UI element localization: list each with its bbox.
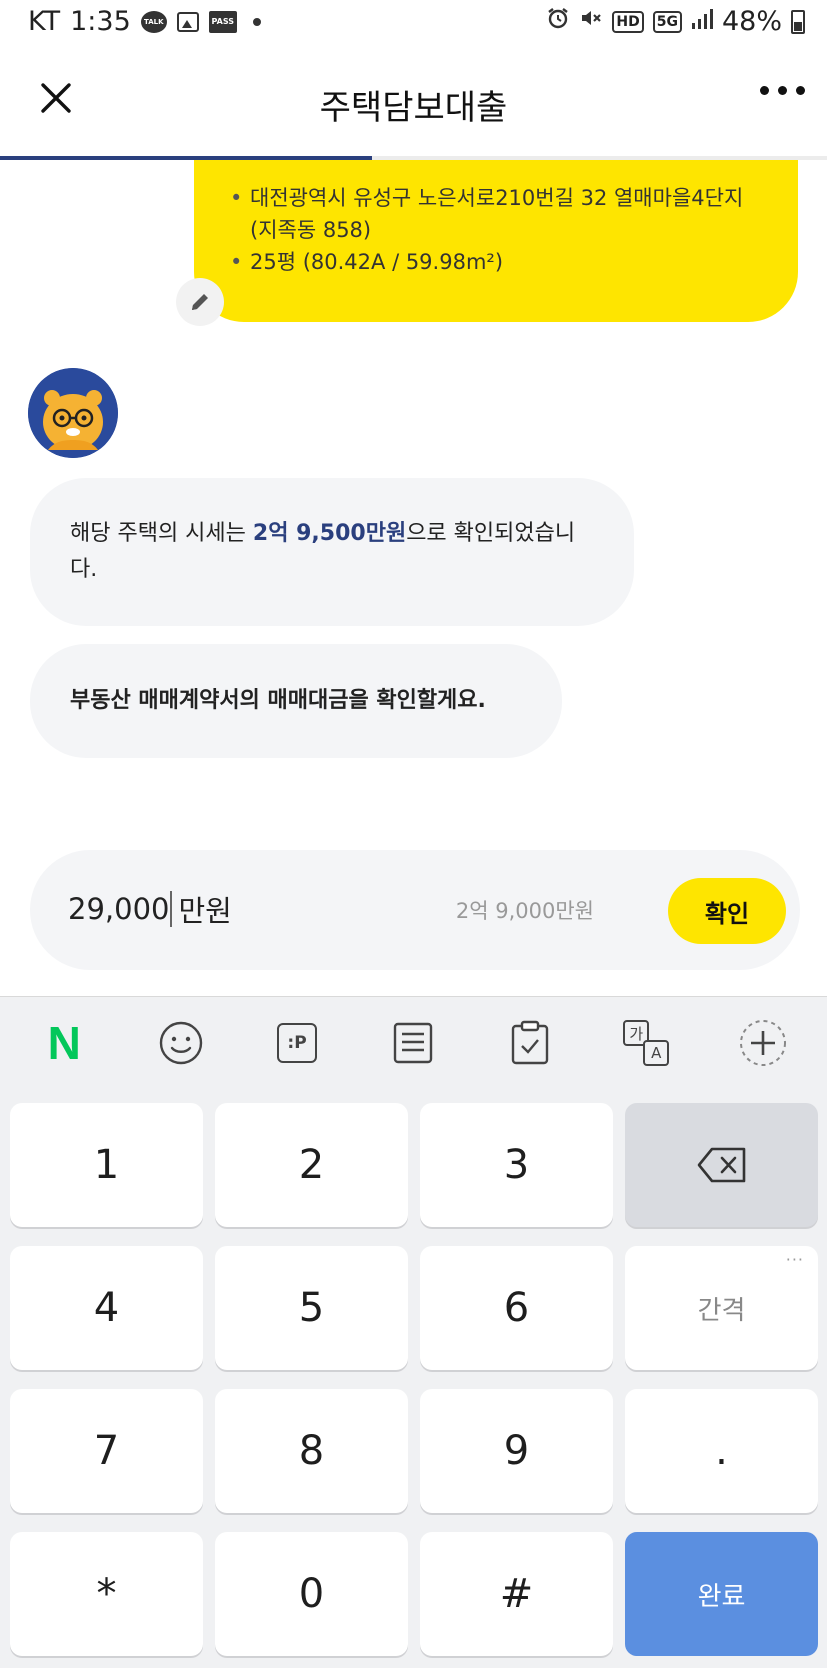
backspace-icon bbox=[697, 1147, 745, 1183]
more-notifications-dot-icon bbox=[252, 17, 261, 26]
battery-percent: 48% bbox=[721, 6, 782, 37]
alarm-icon bbox=[546, 6, 570, 37]
key-7[interactable]: 7 bbox=[10, 1389, 203, 1513]
status-bar-left: KT 1:35 TALK PASS bbox=[28, 6, 261, 37]
amount-value: 29,000 bbox=[68, 892, 170, 926]
status-bar: KT 1:35 TALK PASS HD 5G 48% bbox=[0, 0, 827, 50]
key-options-dots-icon: ··· bbox=[785, 1250, 804, 1269]
parking-button[interactable]: :P bbox=[269, 1015, 325, 1071]
bot-message-contract: 부동산 매매계약서의 매매대금을 확인할게요. bbox=[70, 688, 486, 713]
clipboard-button[interactable] bbox=[502, 1015, 558, 1071]
keypad: 1 2 3 4 5 6 ··· 간격 7 8 9 . * 0 # 완료 bbox=[10, 1103, 819, 1656]
naver-button[interactable]: N bbox=[36, 1015, 92, 1071]
amount-unit: 만원 bbox=[178, 894, 232, 928]
amount-korean-hint: 2억 9,000만원 bbox=[455, 899, 594, 923]
amount-input-row[interactable]: 29,000 만원 2억 9,000만원 확인 bbox=[30, 850, 800, 970]
hd-voice-icon: HD bbox=[612, 10, 644, 33]
translate-button[interactable]: 가 A bbox=[618, 1015, 674, 1071]
emoji-button[interactable] bbox=[153, 1015, 209, 1071]
backspace-key[interactable] bbox=[625, 1103, 818, 1227]
done-key[interactable]: 완료 bbox=[625, 1532, 818, 1656]
pass-notification-icon: PASS bbox=[208, 10, 237, 33]
confirm-button[interactable]: 확인 bbox=[668, 878, 786, 944]
parking-icon: :P bbox=[277, 1023, 318, 1063]
page-title: 주택담보대출 bbox=[319, 88, 508, 128]
key-4[interactable]: 4 bbox=[10, 1246, 203, 1370]
notes-button[interactable] bbox=[385, 1015, 441, 1071]
clock: 1:35 bbox=[70, 6, 131, 37]
key-dot[interactable]: . bbox=[625, 1389, 818, 1513]
more-dot-icon bbox=[778, 86, 787, 95]
more-dot-icon bbox=[796, 86, 805, 95]
user-message-size: 25평 (80.42A / 59.98m²) bbox=[230, 246, 768, 278]
user-message-address: 대전광역시 유성구 노은서로210번길 32 열매마을4단지 (지족동 858) bbox=[230, 182, 768, 246]
mute-icon bbox=[579, 6, 603, 37]
signal-icon bbox=[691, 6, 713, 37]
key-9[interactable]: 9 bbox=[420, 1389, 613, 1513]
edit-button[interactable] bbox=[176, 278, 224, 326]
pencil-icon bbox=[192, 294, 208, 310]
carrier: KT bbox=[28, 6, 61, 37]
key-3[interactable]: 3 bbox=[420, 1103, 613, 1227]
key-8[interactable]: 8 bbox=[215, 1389, 408, 1513]
add-toolbar-button[interactable] bbox=[735, 1015, 791, 1071]
network-5g-icon: 5G bbox=[652, 10, 682, 33]
clipboard-icon bbox=[511, 1020, 549, 1065]
add-icon bbox=[739, 1020, 786, 1066]
market-price-highlight: 2억 9,500만원 bbox=[252, 521, 407, 546]
key-6[interactable]: 6 bbox=[420, 1246, 613, 1370]
bot-message-bubble: 부동산 매매계약서의 매매대금을 확인할게요. bbox=[30, 644, 562, 758]
bot-avatar bbox=[28, 368, 118, 458]
numeric-keyboard: N :P 가 A 1 2 3 4 5 6 ··· 간격 7 8 9 . * 0 … bbox=[0, 996, 827, 1668]
kakaotalk-notification-icon: TALK bbox=[140, 10, 167, 33]
bot-message-price: 해당 주택의 시세는 2억 9,500만원으로 확인되었습니다. bbox=[70, 516, 594, 588]
notes-icon bbox=[394, 1022, 433, 1064]
naver-icon: N bbox=[47, 1017, 81, 1069]
emoji-icon bbox=[159, 1021, 202, 1065]
user-message-bubble: 대전광역시 유성구 노은서로210번길 32 열매마을4단지 (지족동 858)… bbox=[194, 160, 798, 322]
keyboard-toolbar: N :P 가 A bbox=[0, 997, 827, 1089]
user-message-list: 대전광역시 유성구 노은서로210번길 32 열매마을4단지 (지족동 858)… bbox=[230, 182, 768, 278]
bot-message-bubble: 해당 주택의 시세는 2억 9,500만원으로 확인되었습니다. bbox=[30, 478, 634, 626]
space-key-label: 간격 bbox=[697, 1295, 746, 1326]
key-2[interactable]: 2 bbox=[215, 1103, 408, 1227]
bot-message-text: 해당 주택의 시세는 bbox=[70, 521, 253, 546]
more-options-button[interactable] bbox=[760, 86, 805, 95]
space-key[interactable]: ··· 간격 bbox=[625, 1246, 818, 1370]
ryan-character-icon bbox=[28, 368, 118, 458]
status-bar-right: HD 5G 48% bbox=[546, 6, 805, 37]
key-hash[interactable]: # bbox=[420, 1532, 613, 1656]
key-star[interactable]: * bbox=[10, 1532, 203, 1656]
key-1[interactable]: 1 bbox=[10, 1103, 203, 1227]
battery-icon bbox=[791, 9, 805, 34]
app-header: 주택담보대출 bbox=[0, 50, 827, 154]
text-cursor bbox=[170, 891, 173, 927]
key-0[interactable]: 0 bbox=[215, 1532, 408, 1656]
more-dot-icon bbox=[760, 86, 769, 95]
translate-icon: 가 A bbox=[623, 1020, 670, 1066]
translate-en-glyph: A bbox=[643, 1040, 670, 1066]
gallery-notification-icon bbox=[176, 11, 199, 32]
amount-input[interactable]: 29,000 만원 bbox=[68, 888, 232, 930]
key-5[interactable]: 5 bbox=[215, 1246, 408, 1370]
